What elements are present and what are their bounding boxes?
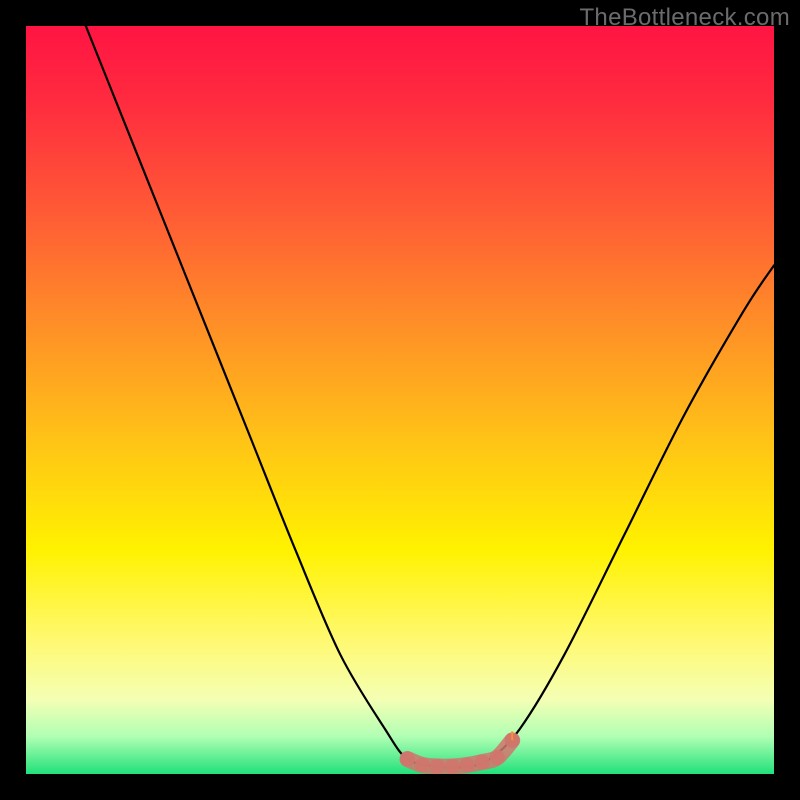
chart-container: TheBottleneck.com: [0, 0, 800, 800]
bottleneck-chart: [26, 26, 774, 774]
